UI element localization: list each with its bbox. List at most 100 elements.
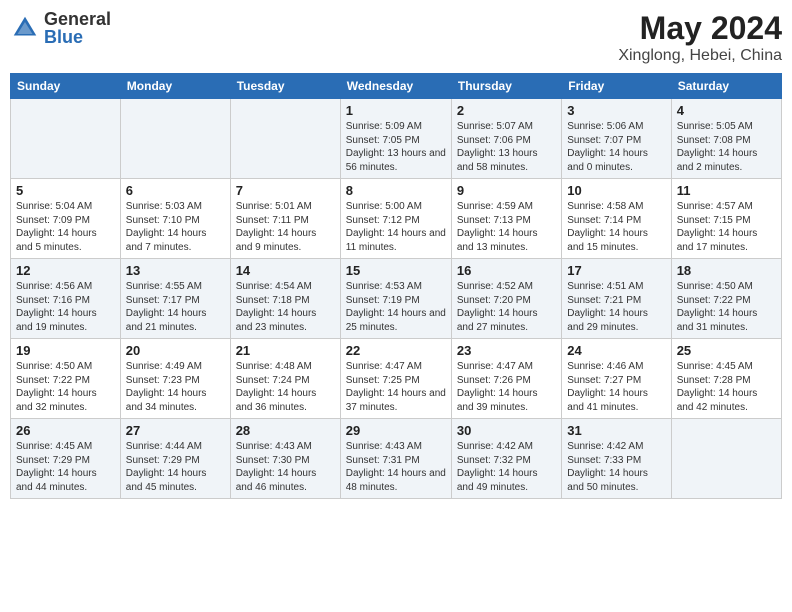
day-info: Sunrise: 5:03 AM Sunset: 7:10 PM Dayligh… [126,200,225,254]
calendar-week-2: 5 Sunrise: 5:04 AM Sunset: 7:09 PM Daylig… [11,179,782,259]
day-info: Sunrise: 4:51 AM Sunset: 7:21 PM Dayligh… [567,280,665,334]
weekday-header-row: SundayMondayTuesdayWednesdayThursdayFrid… [11,74,782,99]
day-number: 19 [16,343,115,358]
day-info: Sunrise: 5:06 AM Sunset: 7:07 PM Dayligh… [567,120,665,174]
day-info: Sunrise: 5:01 AM Sunset: 7:11 PM Dayligh… [236,200,335,254]
logo-text: General Blue [44,10,111,46]
day-number: 2 [457,103,556,118]
day-number: 15 [346,263,446,278]
calendar-cell: 3 Sunrise: 5:06 AM Sunset: 7:07 PM Daylig… [562,99,671,179]
day-number: 17 [567,263,665,278]
calendar-table: SundayMondayTuesdayWednesdayThursdayFrid… [10,73,782,499]
calendar-cell: 28 Sunrise: 4:43 AM Sunset: 7:30 PM Dayli… [230,419,340,499]
day-info: Sunrise: 5:07 AM Sunset: 7:06 PM Dayligh… [457,120,556,174]
calendar-cell: 27Sunrise: 4:44 AM Sunset: 7:29 PM Dayli… [120,419,230,499]
day-info: Sunrise: 4:55 AM Sunset: 7:17 PM Dayligh… [126,280,225,334]
calendar-cell: 12 Sunrise: 4:56 AM Sunset: 7:16 PM Dayli… [11,259,121,339]
day-number: 29 [346,423,446,438]
calendar-week-4: 19 Sunrise: 4:50 AM Sunset: 7:22 PM Dayli… [11,339,782,419]
weekday-header-monday: Monday [120,74,230,99]
calendar-cell: 26 Sunrise: 4:45 AM Sunset: 7:29 PM Dayli… [11,419,121,499]
calendar-cell: 22Sunrise: 4:47 AM Sunset: 7:25 PM Dayli… [340,339,451,419]
day-number: 24 [567,343,665,358]
day-info: Sunrise: 4:56 AM Sunset: 7:16 PM Dayligh… [16,280,115,334]
day-number: 13 [126,263,225,278]
day-number: 12 [16,263,115,278]
page-header: General Blue May 2024 Xinglong, Hebei, C… [10,10,782,65]
day-number: 10 [567,183,665,198]
day-number: 21 [236,343,335,358]
weekday-header-tuesday: Tuesday [230,74,340,99]
calendar-cell: 25 Sunrise: 4:45 AM Sunset: 7:28 PM Dayli… [671,339,781,419]
day-info: Sunrise: 4:48 AM Sunset: 7:24 PM Dayligh… [236,360,335,414]
day-info: Sunrise: 4:45 AM Sunset: 7:28 PM Dayligh… [677,360,776,414]
day-number: 8 [346,183,446,198]
day-info: Sunrise: 4:43 AM Sunset: 7:31 PM Dayligh… [346,440,446,494]
calendar-cell: 4Sunrise: 5:05 AM Sunset: 7:08 PM Daylig… [671,99,781,179]
day-info: Sunrise: 4:47 AM Sunset: 7:26 PM Dayligh… [457,360,556,414]
calendar-cell: 18 Sunrise: 4:50 AM Sunset: 7:22 PM Dayli… [671,259,781,339]
day-number: 14 [236,263,335,278]
calendar-cell [671,419,781,499]
day-info: Sunrise: 4:43 AM Sunset: 7:30 PM Dayligh… [236,440,335,494]
day-number: 16 [457,263,556,278]
day-number: 25 [677,343,776,358]
day-info: Sunrise: 4:54 AM Sunset: 7:18 PM Dayligh… [236,280,335,334]
calendar-cell: 10 Sunrise: 4:58 AM Sunset: 7:14 PM Dayli… [562,179,671,259]
logo: General Blue [10,10,111,46]
day-info: Sunrise: 5:00 AM Sunset: 7:12 PM Dayligh… [346,200,446,254]
calendar-cell: 24 Sunrise: 4:46 AM Sunset: 7:27 PM Dayli… [562,339,671,419]
calendar-cell: 6 Sunrise: 5:03 AM Sunset: 7:10 PM Daylig… [120,179,230,259]
day-number: 9 [457,183,556,198]
day-number: 11 [677,183,776,198]
calendar-cell: 11 Sunrise: 4:57 AM Sunset: 7:15 PM Dayli… [671,179,781,259]
weekday-header-sunday: Sunday [11,74,121,99]
calendar-cell [11,99,121,179]
location: Xinglong, Hebei, China [618,47,782,65]
day-number: 26 [16,423,115,438]
logo-blue: Blue [44,28,111,46]
calendar-cell: 21 Sunrise: 4:48 AM Sunset: 7:24 PM Dayli… [230,339,340,419]
calendar-cell: 2 Sunrise: 5:07 AM Sunset: 7:06 PM Daylig… [451,99,561,179]
calendar-cell: 23 Sunrise: 4:47 AM Sunset: 7:26 PM Dayli… [451,339,561,419]
day-number: 1 [346,103,446,118]
calendar-cell [120,99,230,179]
day-info: Sunrise: 4:50 AM Sunset: 7:22 PM Dayligh… [677,280,776,334]
calendar-cell [230,99,340,179]
day-number: 6 [126,183,225,198]
day-info: Sunrise: 5:04 AM Sunset: 7:09 PM Dayligh… [16,200,115,254]
day-info: Sunrise: 4:50 AM Sunset: 7:22 PM Dayligh… [16,360,115,414]
month-title: May 2024 [618,10,782,47]
day-info: Sunrise: 4:42 AM Sunset: 7:33 PM Dayligh… [567,440,665,494]
day-number: 23 [457,343,556,358]
day-info: Sunrise: 4:47 AM Sunset: 7:25 PM Dayligh… [346,360,446,414]
day-number: 30 [457,423,556,438]
logo-general: General [44,10,111,28]
day-number: 5 [16,183,115,198]
day-info: Sunrise: 4:58 AM Sunset: 7:14 PM Dayligh… [567,200,665,254]
calendar-cell: 20Sunrise: 4:49 AM Sunset: 7:23 PM Dayli… [120,339,230,419]
day-number: 4 [677,103,776,118]
weekday-header-wednesday: Wednesday [340,74,451,99]
calendar-cell: 15 Sunrise: 4:53 AM Sunset: 7:19 PM Dayli… [340,259,451,339]
calendar-cell: 31 Sunrise: 4:42 AM Sunset: 7:33 PM Dayli… [562,419,671,499]
day-number: 20 [126,343,225,358]
day-info: Sunrise: 4:45 AM Sunset: 7:29 PM Dayligh… [16,440,115,494]
day-number: 28 [236,423,335,438]
day-info: Sunrise: 4:53 AM Sunset: 7:19 PM Dayligh… [346,280,446,334]
calendar-cell: 1 Sunrise: 5:09 AM Sunset: 7:05 PM Daylig… [340,99,451,179]
day-info: Sunrise: 5:09 AM Sunset: 7:05 PM Dayligh… [346,120,446,174]
calendar-cell: 29 Sunrise: 4:43 AM Sunset: 7:31 PM Dayli… [340,419,451,499]
calendar-cell: 17 Sunrise: 4:51 AM Sunset: 7:21 PM Dayli… [562,259,671,339]
day-number: 18 [677,263,776,278]
weekday-header-friday: Friday [562,74,671,99]
calendar-week-3: 12 Sunrise: 4:56 AM Sunset: 7:16 PM Dayli… [11,259,782,339]
day-info: Sunrise: 4:57 AM Sunset: 7:15 PM Dayligh… [677,200,776,254]
day-info: Sunrise: 4:46 AM Sunset: 7:27 PM Dayligh… [567,360,665,414]
day-number: 31 [567,423,665,438]
day-number: 3 [567,103,665,118]
calendar-cell: 16Sunrise: 4:52 AM Sunset: 7:20 PM Dayli… [451,259,561,339]
calendar-cell: 14 Sunrise: 4:54 AM Sunset: 7:18 PM Dayli… [230,259,340,339]
calendar-cell: 5 Sunrise: 5:04 AM Sunset: 7:09 PM Daylig… [11,179,121,259]
day-number: 27 [126,423,225,438]
